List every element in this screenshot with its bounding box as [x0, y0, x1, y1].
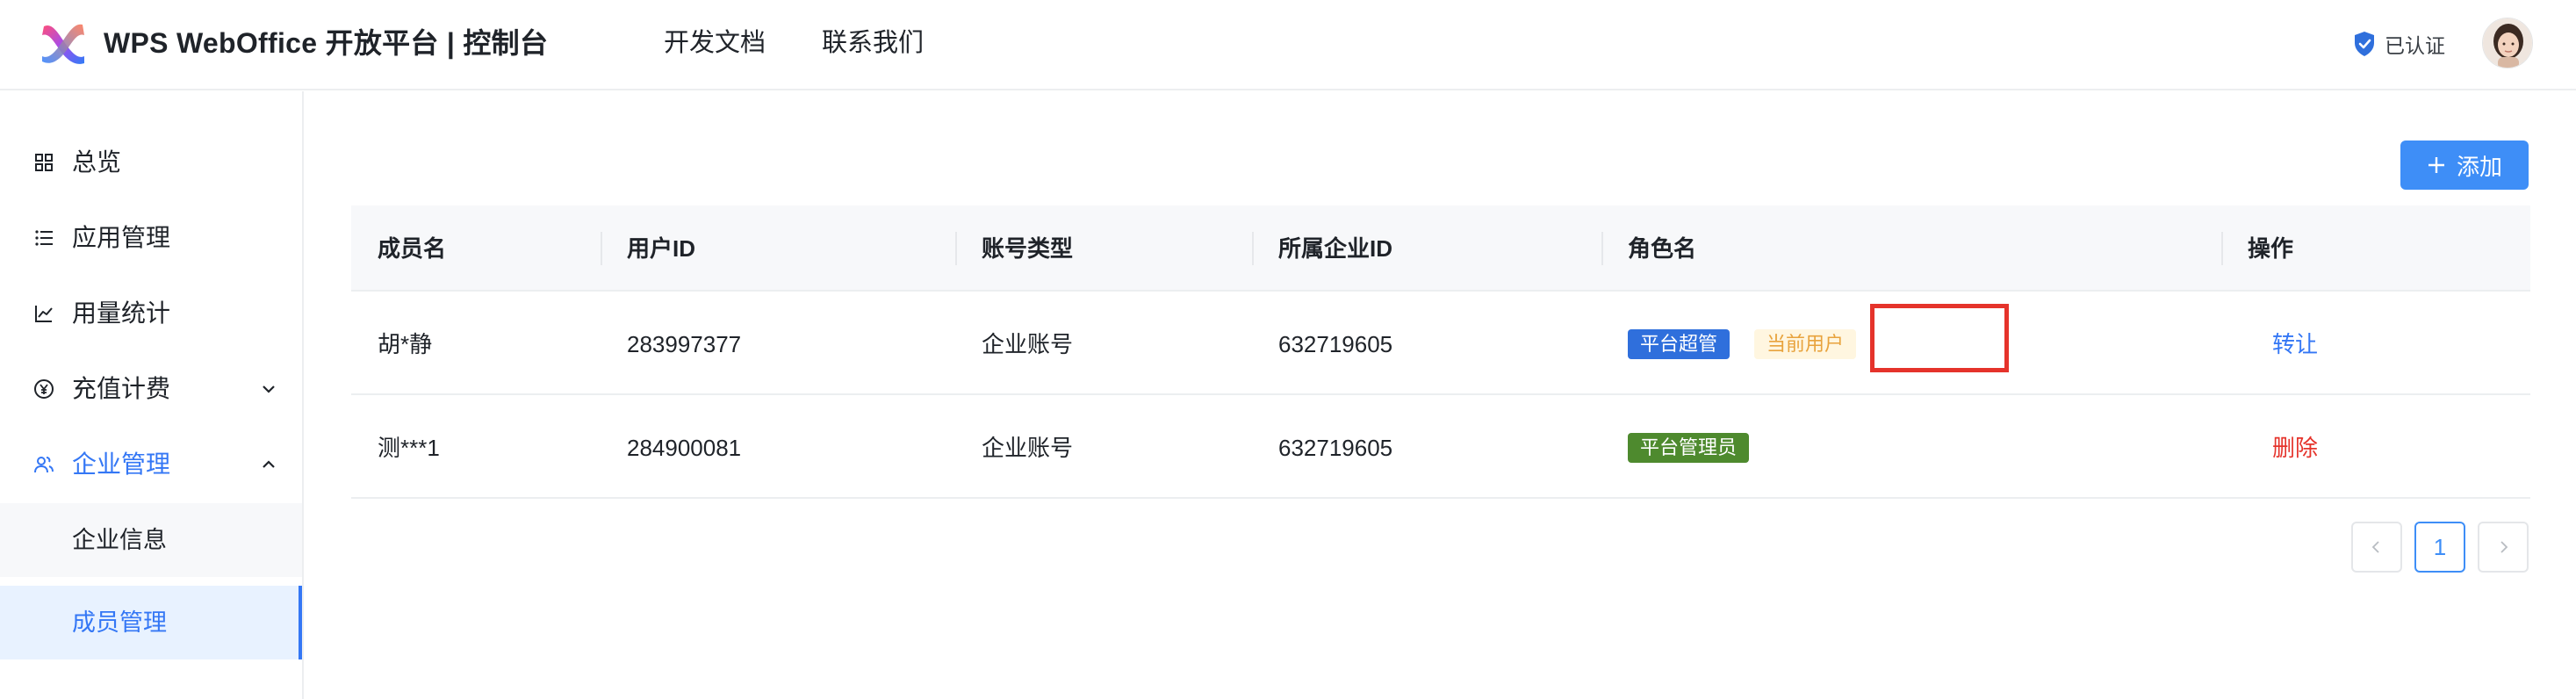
- column-divider: [1252, 232, 1254, 265]
- pagination-next-button[interactable]: [2478, 522, 2529, 573]
- sidebar-item-label: 企业管理: [72, 450, 171, 478]
- column-header-account-type: 账号类型: [982, 235, 1074, 262]
- cell-member-name: 测***1: [378, 435, 440, 461]
- sidebar-item-app-management[interactable]: 应用管理: [0, 201, 304, 275]
- chevron-down-icon: [263, 386, 275, 393]
- sidebar-item-label: 用量统计: [72, 299, 171, 327]
- cell-user-id: 284900081: [627, 435, 742, 461]
- list-icon: [35, 230, 53, 246]
- sidebar-item-enterprise[interactable]: 企业管理: [0, 428, 304, 501]
- column-divider: [2221, 232, 2223, 265]
- column-header-actions: 操作: [2248, 235, 2294, 262]
- verified-status: 已认证: [2353, 26, 2445, 61]
- column-divider: [601, 232, 602, 265]
- nav-contact-us[interactable]: 联系我们: [822, 25, 924, 61]
- brand-title: WPS WebOffice 开放平台 | 控制台: [104, 27, 549, 59]
- nav-dev-docs[interactable]: 开发文档: [664, 25, 766, 61]
- chevron-right-icon: [2500, 541, 2508, 553]
- sidebar-item-overview[interactable]: 总览: [0, 126, 304, 199]
- table-row: 测***1 284900081 企业账号 632719605 平台管理员 删除: [351, 397, 2530, 499]
- chevron-up-icon: [263, 460, 275, 468]
- plus-icon: [2428, 157, 2444, 173]
- verified-label: 已认证: [2385, 34, 2445, 57]
- add-member-button[interactable]: 添加: [2400, 141, 2529, 190]
- sidebar-subitem-label: 成员管理: [72, 609, 167, 636]
- line-chart-icon: [35, 306, 53, 322]
- sidebar-item-label: 总览: [72, 148, 122, 176]
- cell-user-id: 283997377: [627, 331, 742, 357]
- add-button-label: 添加: [2456, 153, 2502, 180]
- cell-company-id: 632719605: [1278, 435, 1393, 461]
- table-header: 成员名 用户ID 账号类型 所属企业ID 角色名 操作: [351, 205, 2530, 292]
- sidebar: 总览 应用管理 用量统计 充值计费 企业管理 企业信息 成员管理: [0, 91, 304, 699]
- column-header-member-name: 成员名: [378, 235, 447, 262]
- wps-logo[interactable]: [39, 21, 88, 65]
- sidebar-subitem-label: 企业信息: [72, 527, 167, 553]
- current-user-tag: 当前用户: [1754, 329, 1857, 359]
- chevron-left-icon: [2371, 541, 2379, 553]
- top-header: WPS WebOffice 开放平台 | 控制台 开发文档 联系我们 已认证: [0, 0, 2576, 90]
- transfer-link[interactable]: 转让: [2272, 328, 2318, 360]
- user-avatar[interactable]: [2482, 18, 2533, 68]
- role-tag-super-admin: 平台超管: [1628, 329, 1731, 359]
- column-divider: [1601, 232, 1603, 265]
- pagination-page-1[interactable]: 1: [2414, 522, 2465, 573]
- cell-account-type: 企业账号: [982, 435, 1074, 461]
- sidebar-item-label: 充值计费: [72, 375, 171, 402]
- column-header-user-id: 用户ID: [627, 235, 696, 262]
- yen-icon: [34, 379, 54, 399]
- cell-member-name: 胡*静: [378, 331, 433, 357]
- role-tag-admin: 平台管理员: [1628, 433, 1750, 463]
- shield-check-icon: [2355, 32, 2374, 56]
- transfer-highlight-box: [1870, 304, 2009, 372]
- column-header-role: 角色名: [1628, 235, 1697, 262]
- cell-account-type: 企业账号: [982, 331, 1074, 357]
- sidebar-item-billing[interactable]: 充值计费: [0, 352, 304, 426]
- sidebar-subitem-member-management[interactable]: 成员管理: [0, 586, 302, 659]
- users-icon: [34, 457, 54, 473]
- pagination-prev-button[interactable]: [2351, 522, 2402, 573]
- sidebar-item-usage-stats[interactable]: 用量统计: [0, 277, 304, 350]
- delete-link[interactable]: 删除: [2272, 432, 2318, 464]
- sidebar-subitem-enterprise-info[interactable]: 企业信息: [0, 503, 302, 577]
- column-divider: [955, 232, 957, 265]
- column-header-company-id: 所属企业ID: [1278, 235, 1393, 262]
- cell-company-id: 632719605: [1278, 331, 1393, 357]
- sidebar-item-label: 应用管理: [72, 224, 171, 251]
- grid-icon: [35, 154, 53, 171]
- table-row: 胡*静 283997377 企业账号 632719605 平台超管 当前用户 转…: [351, 293, 2530, 395]
